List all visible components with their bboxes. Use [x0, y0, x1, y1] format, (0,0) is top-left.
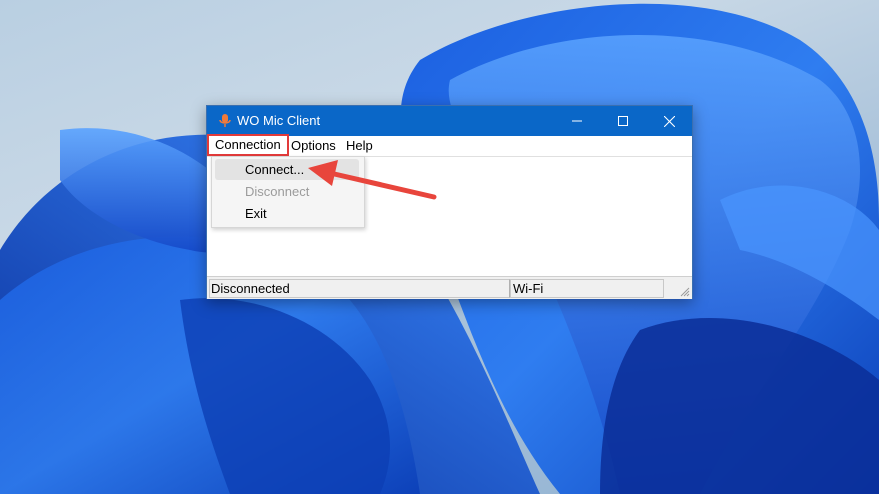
menu-connection[interactable]: Connection: [207, 134, 289, 156]
menu-item-disconnect: Disconnect: [245, 184, 310, 199]
desktop: WO Mic Client Connection Options Help Di…: [0, 0, 879, 494]
resize-grip-icon[interactable]: [678, 285, 690, 297]
connection-status: Disconnected: [209, 279, 510, 298]
menu-help[interactable]: Help: [340, 136, 379, 156]
title-bar[interactable]: WO Mic Client: [207, 106, 692, 136]
minimize-icon: [572, 120, 582, 122]
close-button[interactable]: [646, 106, 692, 136]
connection-dropdown-menu: Connect... Disconnect Exit: [211, 156, 365, 228]
menu-item-connect[interactable]: Connect...: [215, 159, 359, 180]
close-icon: [663, 115, 675, 127]
status-bar: Disconnected Wi-Fi: [207, 276, 692, 299]
minimize-button[interactable]: [554, 106, 600, 136]
menu-options[interactable]: Options: [285, 136, 342, 156]
microphone-icon: [219, 114, 231, 127]
window-title: WO Mic Client: [237, 113, 321, 128]
menu-bar: Connection Options Help: [207, 134, 692, 157]
maximize-button[interactable]: [600, 106, 646, 136]
transport-status: Wi-Fi: [510, 279, 664, 298]
menu-item-exit[interactable]: Exit: [215, 203, 359, 224]
maximize-icon: [618, 116, 628, 126]
